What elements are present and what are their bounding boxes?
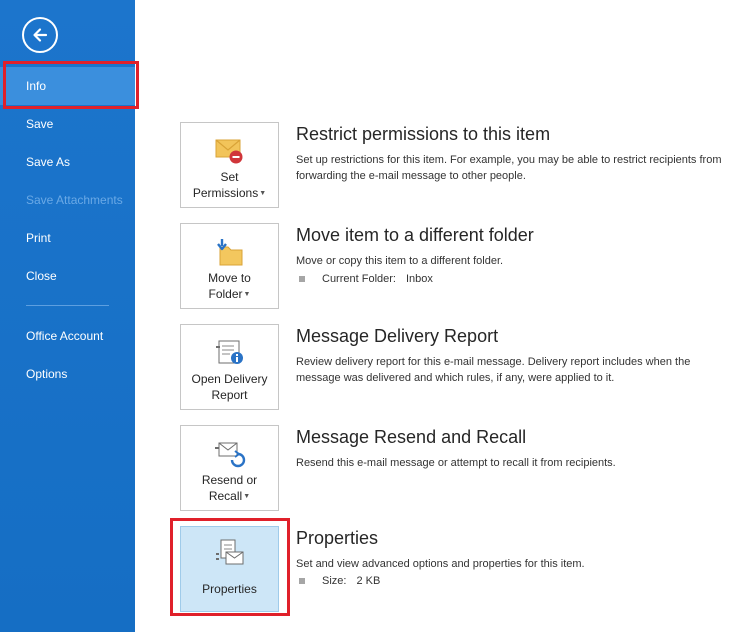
tile-label-line1: Properties: [202, 582, 257, 596]
delivery-report-icon: [214, 337, 246, 369]
section-delivery-report: Open Delivery Report Message Delivery Re…: [180, 324, 740, 414]
nav-item-save-as[interactable]: Save As: [0, 143, 135, 181]
section-description: Review delivery report for this e-mail m…: [296, 356, 691, 384]
dropdown-caret-icon: ▼: [243, 492, 251, 500]
tile-label-line1: Resend or: [201, 473, 258, 487]
section-restrict-permissions: Set Permissions▼ Restrict permissions to…: [180, 122, 740, 212]
tile-label-line1: Open Delivery: [191, 372, 268, 386]
nav-item-save[interactable]: Save: [0, 105, 135, 143]
nav-item-save-attachments: Save Attachments: [26, 193, 123, 207]
tile-label-line2: Permissions: [192, 186, 259, 200]
resend-recall-icon: [214, 438, 246, 470]
section-description: Set and view advanced options and proper…: [296, 558, 585, 570]
nav-item-options[interactable]: Options: [0, 355, 135, 393]
tile-label-line2: Folder: [208, 287, 243, 301]
move-to-folder-button[interactable]: Move to Folder▼: [180, 223, 279, 309]
back-button[interactable]: [22, 17, 58, 53]
set-permissions-button[interactable]: Set Permissions▼: [180, 122, 279, 208]
section-description: Move or copy this item to a different fo…: [296, 255, 504, 267]
tile-label: Move to Folder▼: [208, 270, 251, 303]
size-row: Size: 2 KB: [296, 575, 380, 587]
section-resend-recall: Resend or Recall▼ Message Resend and Rec…: [180, 425, 740, 515]
size-label: Size:: [322, 575, 347, 587]
current-folder-label: Current Folder:: [322, 273, 396, 285]
tile-label: Set Permissions▼: [193, 169, 266, 202]
tile-label-line2: Report: [211, 388, 248, 402]
tile-label-line1: Set: [220, 170, 239, 184]
resend-or-recall-button[interactable]: Resend or Recall▼: [180, 425, 279, 511]
tile-label-line2: Recall: [208, 489, 243, 503]
nav-item-info[interactable]: Info: [0, 67, 135, 105]
current-folder-value: Inbox: [405, 273, 433, 285]
properties-button[interactable]: Properties: [180, 526, 279, 612]
section-properties: Properties Properties Set and view advan…: [180, 526, 740, 616]
section-title: Properties: [296, 528, 379, 548]
backstage-sidebar: Info Save Save As Save Attachments Print…: [0, 0, 135, 632]
nav-item-office-account[interactable]: Office Account: [0, 317, 135, 355]
envelope-restrict-icon: [214, 135, 246, 167]
bullet-icon: [299, 276, 305, 282]
dropdown-caret-icon: ▼: [259, 189, 267, 197]
section-description: Resend this e-mail message or attempt to…: [296, 457, 616, 469]
tile-label: Properties: [202, 581, 257, 597]
move-to-folder-icon: [214, 236, 246, 268]
nav-item-close[interactable]: Close: [0, 257, 135, 295]
current-folder-row: Current Folder: Inbox: [296, 273, 433, 285]
open-delivery-report-button[interactable]: Open Delivery Report: [180, 324, 279, 410]
tile-label: Resend or Recall▼: [202, 472, 257, 505]
tile-label-line1: Move to: [208, 271, 251, 285]
properties-icon: [214, 537, 246, 569]
size-value: 2 KB: [356, 575, 381, 587]
tile-label: Open Delivery Report: [191, 371, 267, 403]
section-title: Message Delivery Report: [296, 326, 499, 346]
dropdown-caret-icon: ▼: [243, 290, 251, 298]
section-move-item: Move to Folder▼ Move item to a different…: [180, 223, 740, 313]
section-title: Message Resend and Recall: [296, 427, 527, 447]
back-arrow-icon: [33, 28, 48, 42]
section-title: Move item to a different folder: [296, 225, 534, 245]
nav-item-print[interactable]: Print: [0, 219, 135, 257]
bullet-icon: [299, 578, 305, 584]
nav-divider: [26, 305, 109, 306]
section-title: Restrict permissions to this item: [296, 124, 551, 144]
section-description: Set up restrictions for this item. For e…: [296, 154, 722, 182]
